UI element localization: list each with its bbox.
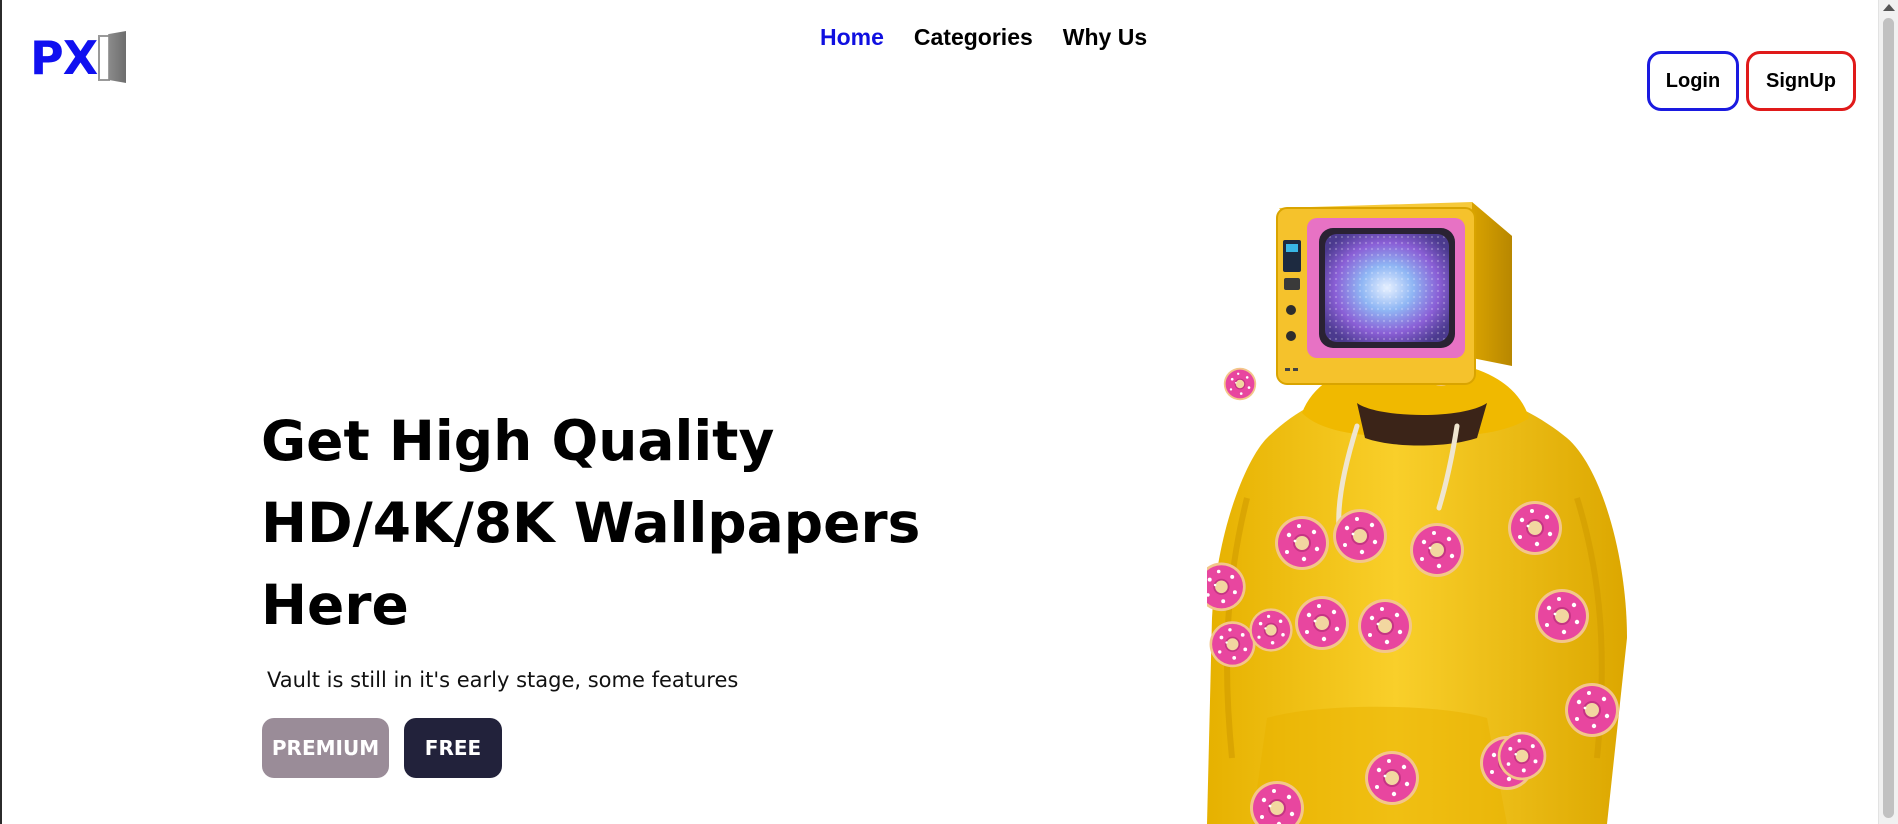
free-button[interactable]: FREE — [404, 718, 502, 778]
scrollbar-thumb[interactable] — [1883, 18, 1894, 818]
tv-head-person-illustration — [1207, 202, 1627, 824]
hero-title-line-3: Here — [261, 573, 409, 637]
brand-logo[interactable]: PX — [30, 30, 130, 86]
door-icon — [98, 31, 130, 85]
logo-text: PX — [30, 31, 98, 85]
nav-item-categories[interactable]: Categories — [914, 22, 1033, 52]
hero-subtitle: Vault is still in it's early stage, some… — [267, 668, 739, 692]
hero-title: Get High Quality HD/4K/8K Wallpapers Her… — [261, 400, 981, 646]
signup-button[interactable]: SignUp — [1746, 51, 1856, 111]
nav-item-home[interactable]: Home — [820, 22, 884, 52]
login-button[interactable]: Login — [1647, 51, 1739, 111]
nav-item-why-us[interactable]: Why Us — [1063, 22, 1147, 52]
auth-buttons: Login SignUp — [1647, 51, 1856, 111]
hero-filter-buttons: PREMIUM FREE — [262, 718, 502, 778]
scroll-up-arrow-icon[interactable] — [1883, 4, 1895, 11]
hero-title-line-1: Get High Quality — [261, 409, 775, 473]
page-viewport: PX Home Categories Why Us Login SignUp G… — [0, 0, 1878, 824]
premium-button[interactable]: PREMIUM — [262, 718, 389, 778]
hero-title-line-2: HD/4K/8K Wallpapers — [261, 491, 921, 555]
main-nav: Home Categories Why Us — [820, 22, 1147, 52]
vertical-scrollbar[interactable] — [1878, 0, 1898, 824]
